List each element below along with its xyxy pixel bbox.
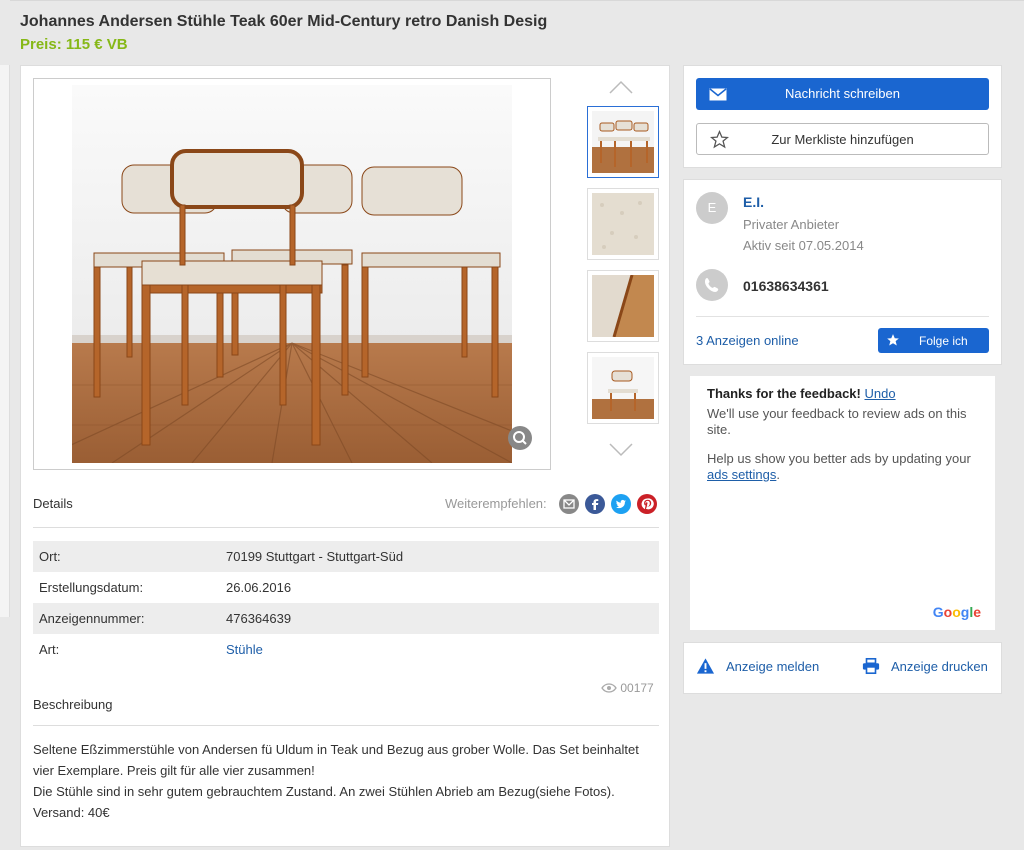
thumbnail-down-arrow-icon[interactable]: [609, 443, 633, 457]
feedback-period: .: [776, 467, 780, 482]
seller-ads-link[interactable]: 3 Anzeigen online: [696, 333, 799, 348]
detail-row-created: Erstellungsdatum: 26.06.2016: [33, 572, 659, 603]
share-pinterest-icon[interactable]: [637, 494, 657, 514]
details-divider: [33, 527, 659, 528]
follow-button[interactable]: Folge ich: [878, 328, 989, 353]
eye-icon: [601, 683, 617, 693]
thumbnail-strip: [587, 74, 659, 454]
send-message-label: Nachricht schreiben: [785, 86, 900, 101]
top-divider: [10, 0, 1024, 1]
seller-name-link[interactable]: E.I.: [743, 194, 764, 210]
share-label: Weiterempfehlen:: [445, 496, 547, 511]
seller-divider: [696, 316, 989, 317]
seller-type: Privater Anbieter: [743, 217, 840, 232]
add-to-watchlist-button[interactable]: Zur Merkliste hinzufügen: [696, 123, 989, 155]
detail-key: Anzeigennummer:: [39, 611, 145, 626]
warning-icon[interactable]: [696, 657, 715, 675]
description-line: vier Exemplare. Preis gilt für alle vier…: [33, 763, 315, 778]
share-email-icon[interactable]: [559, 494, 579, 514]
send-message-button[interactable]: Nachricht schreiben: [696, 78, 989, 110]
ad-feedback-card: Thanks for the feedback! Undo We'll use …: [690, 376, 995, 630]
thumbnail-4-image: [592, 357, 654, 419]
left-panel-edge: [0, 65, 10, 617]
detail-row-location: Ort: 70199 Stuttgart - Stuttgart-Süd: [33, 541, 659, 572]
detail-key: Art:: [39, 642, 60, 657]
detail-key: Erstellungsdatum:: [39, 580, 144, 595]
detail-row-category: Art: Stühle: [33, 634, 659, 665]
detail-value: 26.06.2016: [226, 580, 292, 595]
details-heading: Details: [33, 496, 73, 511]
google-logo: Google: [932, 604, 981, 620]
follow-label: Folge ich: [919, 334, 968, 348]
thumbnail-3-image: [592, 275, 654, 337]
thumbnail-2[interactable]: [587, 188, 659, 260]
category-link[interactable]: Stühle: [226, 642, 263, 657]
report-print-card: Anzeige melden Anzeige drucken: [683, 642, 1002, 694]
thumbnail-3[interactable]: [587, 270, 659, 342]
description-heading: Beschreibung: [33, 697, 113, 712]
feedback-help: Help us show you better ads by updating …: [707, 451, 982, 483]
listing-title: Johannes Andersen Stühle Teak 60er Mid-C…: [20, 13, 548, 30]
report-ad-link[interactable]: Anzeige melden: [726, 659, 819, 674]
main-image-frame[interactable]: [33, 78, 551, 470]
description-line: Versand: 40€: [33, 805, 110, 820]
listing-price: Preis: 115 € VB: [20, 36, 128, 53]
thumbnail-2-image: [592, 193, 654, 255]
description-text: Seltene Eßzimmerstühle von Andersen fü U…: [33, 739, 659, 823]
thumbnail-4[interactable]: [587, 352, 659, 424]
feedback-title: Thanks for the feedback! Undo: [707, 386, 896, 401]
description-line: Die Stühle sind in sehr gutem gebrauchte…: [33, 784, 615, 799]
thumbnail-1-image: [592, 111, 654, 173]
star-filled-icon: [887, 334, 899, 346]
thumbnail-1[interactable]: [587, 106, 659, 178]
view-count: 00177: [620, 681, 654, 695]
feedback-thanks: Thanks for the feedback!: [707, 386, 861, 401]
share-twitter-icon[interactable]: [611, 494, 631, 514]
description-line: Seltene Eßzimmerstühle von Andersen fü U…: [33, 742, 639, 757]
print-ad-link[interactable]: Anzeige drucken: [891, 659, 988, 674]
printer-icon[interactable]: [862, 657, 880, 675]
main-photo[interactable]: [72, 85, 512, 463]
seller-card: E E.I. Privater Anbieter Aktiv seit 07.0…: [683, 179, 1002, 365]
view-counter: 00177: [601, 681, 654, 695]
detail-value: 70199 Stuttgart - Stuttgart-Süd: [226, 549, 404, 564]
feedback-message: We'll use your feedback to review ads on…: [707, 406, 967, 437]
phone-number[interactable]: 01638634361: [743, 278, 829, 294]
detail-value: 476364639: [226, 611, 292, 626]
seller-active-since: Aktiv seit 07.05.2014: [743, 238, 864, 253]
feedback-help-text: Help us show you better ads by updating …: [707, 451, 971, 466]
ads-settings-link[interactable]: ads settings: [707, 467, 776, 482]
detail-key: Ort:: [39, 549, 61, 564]
contact-actions-card: Nachricht schreiben Zur Merkliste hinzuf…: [683, 65, 1002, 168]
detail-row-ad-number: Anzeigennummer: 476364639: [33, 603, 659, 634]
watchlist-label: Zur Merkliste hinzufügen: [771, 132, 914, 147]
zoom-icon[interactable]: [508, 426, 532, 450]
undo-link[interactable]: Undo: [865, 386, 896, 401]
main-listing-card: Details Weiterempfehlen: Ort: 70199 Stut…: [20, 65, 670, 847]
share-facebook-icon[interactable]: [585, 494, 605, 514]
phone-icon: [696, 269, 728, 301]
avatar: E: [696, 192, 728, 224]
description-divider: [33, 725, 659, 726]
